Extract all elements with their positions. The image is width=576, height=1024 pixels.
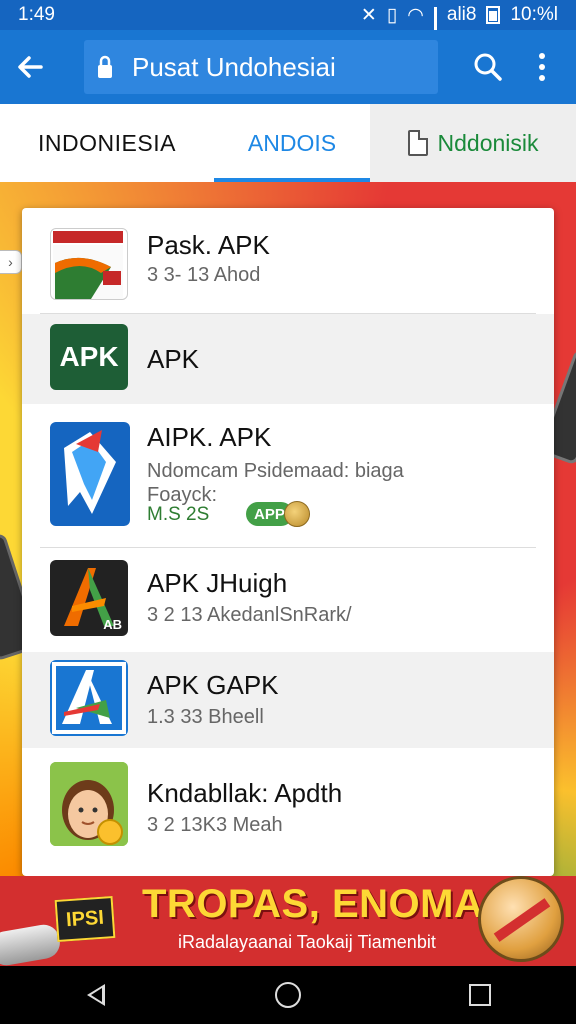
banner-badge: IPSI [54,896,116,942]
coin-icon [284,501,310,527]
chevron-right-icon: › [8,254,13,270]
lock-icon [90,55,120,79]
address-text: Pusat Undohesiai [132,51,336,82]
app-meta: M.S 2S [147,504,210,525]
nav-home-button[interactable] [258,966,318,1024]
menu-dot-icon [539,53,545,59]
back-button[interactable] [0,30,60,104]
list-item[interactable]: AB APK JHuigh 3 2 13 AkedanlSnRark/ [22,548,554,652]
tab-label: Nddonisik [437,129,539,156]
nav-recents-button[interactable] [450,966,510,1024]
app-title: Kndabllak: Apdth [147,778,343,808]
battery-icon [486,6,501,24]
tab-label: INDONIESIA [38,129,176,156]
app-bar: Pusat Undohesiai [0,30,576,104]
status-carrier: ali8 [446,4,477,25]
search-button[interactable] [466,42,510,92]
can-illustration [0,922,63,966]
system-nav-bar [0,966,576,1024]
signal-icon [433,7,437,50]
triangle-back-icon [87,984,105,1006]
app-description: Ndomcam Psidemaad: biaga [147,460,404,482]
square-recents-icon [469,984,491,1006]
app-subtitle: 1.3 33 Bheell [147,706,264,728]
mute-icon: ✕ [360,4,377,26]
status-icons: ✕ ▯ ◠ ali8 10:%l [360,4,558,50]
address-bar[interactable]: Pusat Undohesiai [84,40,438,94]
promo-banner[interactable]: IPSI TROPAS, ENOMA iRadalayaanai Taokaij… [0,876,576,966]
icon-text: APK [59,341,119,372]
document-icon [407,130,428,156]
app-list-card: Pask. APK 3 3- 13 Ahod APK APK AIPK. APK… [22,208,554,876]
avatar-icon [50,762,128,846]
list-item[interactable]: AIPK. APK Ndomcam Psidemaad: biaga Foayc… [22,404,554,548]
banner-title: TROPAS, ENOMA [142,882,484,926]
tab-bar: INDONIESIA ANDOIS Nddonisik [0,104,576,182]
badge-label: APP [254,505,285,523]
circle-home-icon [275,982,301,1008]
list-item[interactable]: APK GAPK 1.3 33 Bheell [22,652,554,748]
app-title: Pask. APK [147,230,270,260]
list-item[interactable]: Pask. APK 3 3- 13 Ahod [22,208,554,314]
search-icon [474,53,502,81]
status-time: 1:49 [18,4,55,25]
status-bar: 1:49 ✕ ▯ ◠ ali8 10:%l [0,0,576,50]
app-icon [50,228,128,300]
tab-nddonisik[interactable]: Nddonisik [370,104,576,182]
icon-text: AB [103,617,122,632]
overflow-menu-button[interactable] [524,42,560,92]
app-title: APK GAPK [147,670,279,700]
vibrate-icon: ▯ [386,4,398,26]
app-icon [50,660,128,736]
list-item[interactable]: Kndabllak: Apdth 3 2 13K3 Meah [22,748,554,858]
menu-dot-icon [539,64,545,70]
app-title: AIPK. APK [147,422,272,452]
wifi-icon: ◠ [407,4,424,26]
banner-subtitle: iRadalayaanai Taokaij Tiamenbit [178,932,436,952]
nav-back-button[interactable] [66,966,126,1024]
list-item[interactable]: APK APK [22,314,554,404]
app-subtitle: 3 3- 13 Ahod [147,264,261,286]
tab-andois[interactable]: ANDOIS [214,104,370,182]
app-icon [50,422,130,526]
badge-text: IPSI [65,906,105,931]
side-expand-handle[interactable]: › [0,250,22,274]
apk-icon: APK [50,324,128,390]
status-clock-right: 10:%l [510,4,558,25]
app-title: APK [147,344,200,374]
app-icon: AB [50,560,128,636]
tab-label: ANDOIS [247,129,337,156]
app-title: APK JHuigh [147,568,288,598]
ball-illustration [478,876,564,962]
menu-dot-icon [539,75,545,81]
app-subtitle: 3 2 13 AkedanlSnRark/ [147,604,352,626]
tab-indonesia[interactable]: INDONIESIA [0,104,214,182]
arrow-left-icon [18,56,43,78]
app-subtitle: 3 2 13K3 Meah [147,814,283,836]
